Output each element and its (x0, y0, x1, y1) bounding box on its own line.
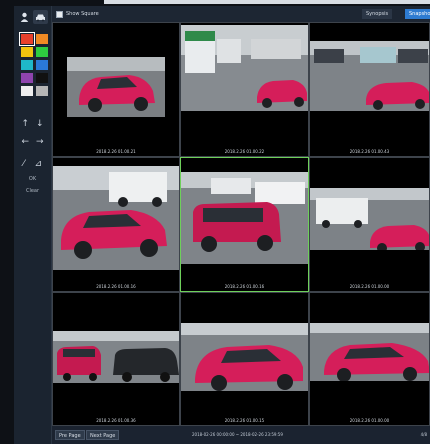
snapshot-cell[interactable]: 2018.2.26 01.00.16 (52, 157, 180, 292)
color-swatch[interactable] (21, 86, 33, 96)
snapshot-image (310, 41, 429, 111)
snapshot-cell[interactable]: 2018.2.26 01.00.22 (180, 22, 309, 157)
snapshot-image (310, 323, 429, 381)
snapshot-image (53, 166, 179, 270)
snapshot-image (53, 331, 179, 383)
color-swatch[interactable] (36, 47, 48, 57)
snapshot-cell[interactable]: 2018.2.26 01.00.36 (52, 292, 180, 426)
show-square-checkbox[interactable] (56, 10, 63, 18)
snapshot-image (67, 57, 165, 117)
snapshot-cell[interactable]: 2018.2.26 01.00.00 (309, 157, 430, 292)
next-page-button[interactable]: Next Page (86, 430, 120, 440)
snapshot-time: 2018.2.26 01.00.00 (349, 418, 390, 423)
snapshot-time: 2018.2.26 01.00.00 (349, 284, 390, 289)
color-swatch[interactable] (19, 32, 35, 46)
color-swatch[interactable] (21, 60, 33, 70)
snapshot-time: 2018.2.26 01.00.15 (224, 418, 265, 423)
color-swatch[interactable] (21, 47, 33, 57)
snapshot-cell-selected[interactable]: 2018.2.26 01.00.16 (180, 157, 309, 292)
snapshot-time: 2018.2.26 01.00.16 (96, 284, 136, 289)
ok-button[interactable]: OK (14, 176, 51, 182)
color-swatch[interactable] (36, 60, 48, 70)
snapshot-image (181, 172, 308, 264)
snapshot-grid: 2018.2.26 01.00.21 2018.2.26 01.00.22 20… (52, 22, 430, 426)
results-header: Show Square Synopsis Snapshot (52, 6, 430, 22)
color-swatch[interactable] (36, 34, 48, 44)
color-swatch[interactable] (36, 86, 48, 96)
arrow-right-icon[interactable]: → (36, 137, 44, 147)
snapshot-cell[interactable]: 2018.2.26 01.00.43 (309, 22, 430, 157)
snapshot-image (181, 323, 308, 391)
snapshot-time: 2018.2.26 01.00.36 (96, 418, 136, 423)
snapshot-image (310, 188, 429, 250)
snapshot-cell[interactable]: 2018.2.26 01.00.15 (180, 292, 309, 426)
time-range: 2018-02-26 00:00:00 ~ 2018-02-26 23:59:5… (192, 432, 283, 437)
drawing-tools-row: ⁄ ⊿ (14, 158, 51, 170)
snapshot-time: 2018.2.26 01.00.43 (349, 149, 390, 154)
snapshot-time: 2018.2.26 01.00.16 (224, 284, 265, 289)
snapshot-time: 2018.2.26 01.00.21 (96, 149, 136, 154)
left-toolbar: ↑ ↓ ← → ⁄ ⊿ OK Clear (14, 6, 52, 444)
color-swatch[interactable] (21, 73, 33, 83)
snapshot-cell[interactable]: 2018.2.26 01.00.00 (309, 292, 430, 426)
color-swatch[interactable] (36, 73, 48, 83)
direction-tools-row-1: ↑ ↓ (14, 118, 51, 130)
arrow-left-icon[interactable]: ← (21, 137, 29, 147)
polyline-draw-icon[interactable]: ⊿ (34, 159, 42, 169)
tab-synopsis[interactable]: Synopsis (362, 9, 393, 19)
line-draw-icon[interactable]: ⁄ (23, 159, 25, 169)
pagination-bar: Pre Page Next Page 2018-02-26 00:00:00 ~… (52, 426, 430, 444)
page-count: 4/8 (420, 432, 427, 437)
snapshot-image (181, 25, 308, 111)
top-strip (104, 0, 430, 4)
target-type-switch (14, 6, 51, 28)
person-icon[interactable] (17, 10, 32, 24)
color-palette (14, 28, 51, 96)
arrow-down-icon[interactable]: ↓ (36, 119, 44, 129)
vehicle-icon[interactable] (33, 10, 49, 24)
prev-page-button[interactable]: Pre Page (55, 430, 85, 440)
snapshot-time: 2018.2.26 01.00.22 (224, 149, 265, 154)
snapshot-cell[interactable]: 2018.2.26 01.00.21 (52, 22, 180, 157)
clear-button[interactable]: Clear (14, 188, 51, 194)
show-square-label: Show Square (66, 11, 99, 17)
direction-tools-row-2: ← → (14, 136, 51, 148)
arrow-up-icon[interactable]: ↑ (21, 119, 29, 129)
tab-snapshot[interactable]: Snapshot (405, 9, 430, 19)
